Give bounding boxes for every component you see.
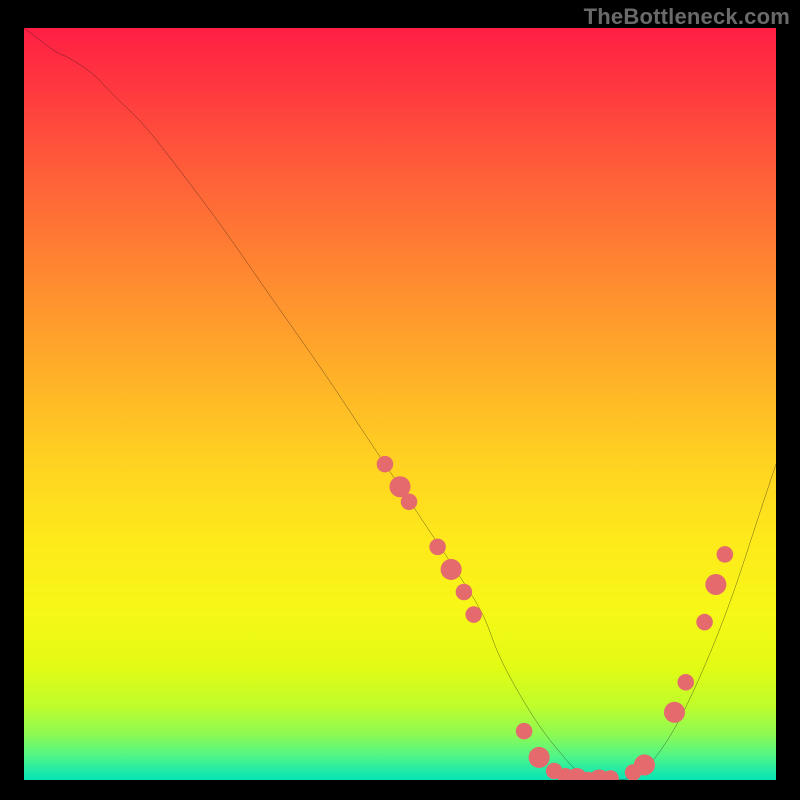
chart-marker	[705, 574, 726, 595]
chart-marker	[456, 584, 473, 601]
chart-marker	[429, 539, 446, 556]
chart-marker	[377, 456, 394, 473]
chart-marker	[677, 674, 694, 691]
chart-markers	[377, 456, 733, 780]
chart-marker	[664, 702, 685, 723]
chart-curve	[24, 28, 776, 780]
chart-marker	[696, 614, 713, 631]
chart-svg	[24, 28, 776, 780]
chart-marker	[441, 559, 462, 580]
chart-marker	[465, 606, 482, 623]
chart-marker	[516, 723, 533, 740]
watermark-label: TheBottleneck.com	[584, 4, 790, 30]
chart-marker	[529, 747, 550, 768]
chart-marker	[634, 754, 655, 775]
chart-marker	[401, 493, 418, 510]
chart-plot-area	[24, 28, 776, 780]
chart-marker	[717, 546, 734, 563]
